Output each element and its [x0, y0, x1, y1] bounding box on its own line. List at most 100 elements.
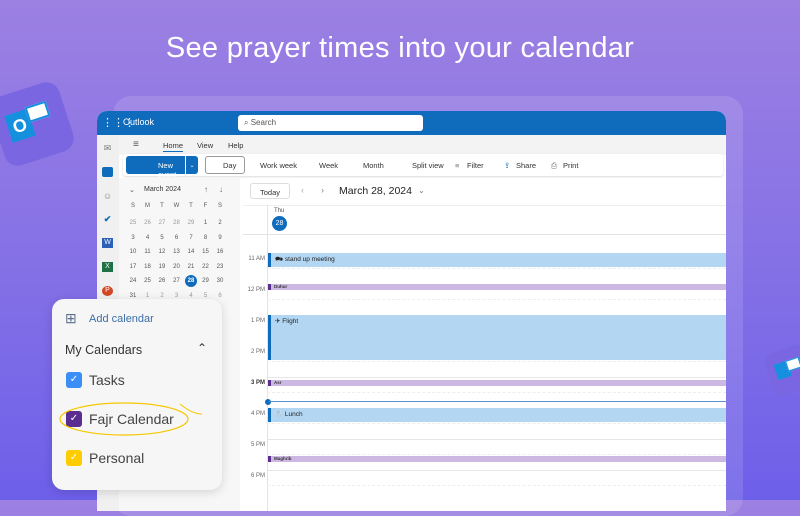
share-icon: ⇪ [504, 161, 511, 170]
mini-calendar-day[interactable]: 24 [127, 275, 139, 287]
split-view-button[interactable]: Split view [412, 161, 444, 170]
headline: See prayer times into your calendar [165, 32, 635, 64]
week-button[interactable]: Week [319, 161, 338, 170]
add-calendar-link[interactable]: Add calendar [89, 313, 154, 325]
todo-icon[interactable]: ✔ [102, 214, 113, 224]
toolbar: New event ⌄ Day Work week Week Month Spl… [123, 154, 723, 179]
mini-calendar-day[interactable]: 26 [142, 217, 154, 229]
search-input[interactable]: ⌕ Search [238, 115, 423, 131]
mini-calendar-day[interactable]: 25 [127, 217, 139, 229]
event-title: stand up meeting [284, 256, 335, 263]
day-view-button[interactable]: Day [205, 156, 245, 174]
mini-calendar-day[interactable]: 18 [142, 261, 154, 273]
weekday-label: F [203, 203, 208, 209]
mini-calendar-day[interactable]: 17 [127, 261, 139, 273]
calendar-checkbox[interactable]: ✓ [66, 372, 82, 388]
chevron-up-icon[interactable]: ⌃ [197, 341, 207, 355]
tab-view[interactable]: View [197, 141, 213, 150]
mini-calendar-day[interactable]: 11 [142, 246, 154, 258]
prayer-event[interactable]: Duhur [268, 284, 726, 290]
tab-home[interactable]: Home [163, 141, 184, 152]
mini-calendar-day[interactable]: 29 [185, 217, 197, 229]
filter-icon: ≡ [455, 161, 460, 170]
mini-calendar-day[interactable]: 1 [200, 217, 212, 229]
mini-calendar-day[interactable]: 19 [156, 261, 168, 273]
mini-calendar-day[interactable]: 14 [185, 246, 197, 258]
new-event-label: New event [158, 161, 177, 179]
weekday-label: S [217, 203, 222, 209]
prayer-event[interactable]: Maghrib [268, 456, 726, 463]
calendar-name[interactable]: Personal [89, 450, 144, 466]
calendar-event[interactable]: 🗪 stand up meeting [268, 253, 726, 267]
mini-calendar-day[interactable]: 13 [171, 246, 183, 258]
top-bar: ⋮⋮⋮ Outlook ⌕ Search [97, 111, 726, 135]
print-button[interactable]: Print [563, 161, 578, 170]
mini-calendar-day[interactable]: 3 [127, 232, 139, 244]
mini-calendar-day[interactable]: 23 [214, 261, 226, 273]
day-label: Day [223, 161, 237, 170]
new-event-button[interactable]: New event [126, 156, 192, 179]
people-icon[interactable]: ☺ [102, 191, 113, 201]
collapse-icon[interactable]: ⌄ [129, 186, 135, 194]
hour-label: 4 PM [250, 411, 265, 417]
hour-label: 11 AM [248, 256, 265, 262]
filter-button[interactable]: Filter [467, 161, 484, 170]
mini-calendar-day[interactable]: 25 [142, 275, 154, 287]
event-title: Lunch [284, 411, 303, 418]
mini-calendar-day[interactable]: 10 [127, 246, 139, 258]
mini-calendar-day[interactable]: 28 [185, 275, 197, 287]
work-week-button[interactable]: Work week [260, 161, 297, 170]
outlook-logo-small-icon [762, 342, 800, 398]
month-button[interactable]: Month [363, 161, 384, 170]
mini-calendar-day[interactable]: 5 [156, 232, 168, 244]
day-view: Today ‹ › March 28, 2024 ⌄ Thu 28 11 AM 1… [243, 178, 726, 511]
tab-help[interactable]: Help [228, 141, 243, 150]
mini-calendar-day[interactable]: 26 [156, 275, 168, 287]
prayer-event-title: Duhur [274, 284, 288, 289]
mini-calendar-day[interactable]: 20 [171, 261, 183, 273]
mini-calendar-day[interactable]: 6 [171, 232, 183, 244]
word-icon[interactable]: W [102, 238, 113, 248]
mail-icon[interactable]: ✉ [102, 143, 113, 153]
hour-label: 6 PM [250, 473, 265, 479]
mini-calendar-day[interactable]: 22 [200, 261, 212, 273]
prayer-event-title: Maghrib [274, 456, 292, 462]
mini-calendar-day[interactable]: 27 [156, 217, 168, 229]
calendar-icon[interactable] [102, 167, 113, 177]
mini-calendar-day[interactable]: 30 [214, 275, 226, 287]
mini-calendar-day[interactable]: 15 [200, 246, 212, 258]
hour-label: 5 PM [250, 442, 265, 448]
hour-label: 12 PM [247, 287, 265, 293]
prev-month-icon[interactable]: ↑ [204, 185, 208, 194]
share-button[interactable]: Share [516, 161, 536, 170]
calendar-event[interactable]: ✈ Flight [268, 315, 726, 360]
mini-calendar-day[interactable]: 7 [185, 232, 197, 244]
mini-calendar-day[interactable]: 2 [214, 217, 226, 229]
excel-icon[interactable]: X [102, 262, 113, 272]
powerpoint-icon[interactable]: P [102, 286, 113, 296]
app-name: Outlook [123, 117, 155, 127]
calendars-card: ⊞ Add calendar My Calendars ⌃ ✓ Tasks ✓ Faj… [52, 299, 222, 490]
next-month-icon[interactable]: ↓ [219, 185, 223, 194]
search-icon: ⌕ [244, 118, 251, 127]
mini-calendar-day[interactable]: 29 [200, 275, 212, 287]
hamburger-icon[interactable]: ≡ [133, 139, 139, 150]
prayer-event[interactable]: Asr [268, 380, 726, 387]
mini-calendar-day[interactable]: 4 [142, 232, 154, 244]
calendar-checkbox[interactable]: ✓ [66, 450, 82, 466]
mini-calendar-day[interactable]: 8 [200, 232, 212, 244]
weekday-label: M [145, 203, 150, 209]
calendar-event[interactable]: 🍴 Lunch [268, 408, 726, 422]
new-event-dropdown-icon[interactable]: ⌄ [185, 156, 198, 174]
weekday-label: S [130, 203, 135, 209]
prayer-event-title: Asr [274, 380, 282, 386]
mini-calendar-day[interactable]: 16 [214, 246, 226, 258]
mini-calendar-day[interactable]: 27 [171, 275, 183, 287]
mini-calendar-day[interactable]: 9 [214, 232, 226, 244]
mini-calendar-day[interactable]: 28 [171, 217, 183, 229]
mini-calendar-day[interactable]: 21 [185, 261, 197, 273]
now-indicator-dot [265, 398, 271, 405]
mini-calendar-day[interactable]: 12 [156, 246, 168, 258]
event-icon: 🍴 [275, 411, 285, 418]
calendar-name[interactable]: Tasks [89, 372, 125, 388]
